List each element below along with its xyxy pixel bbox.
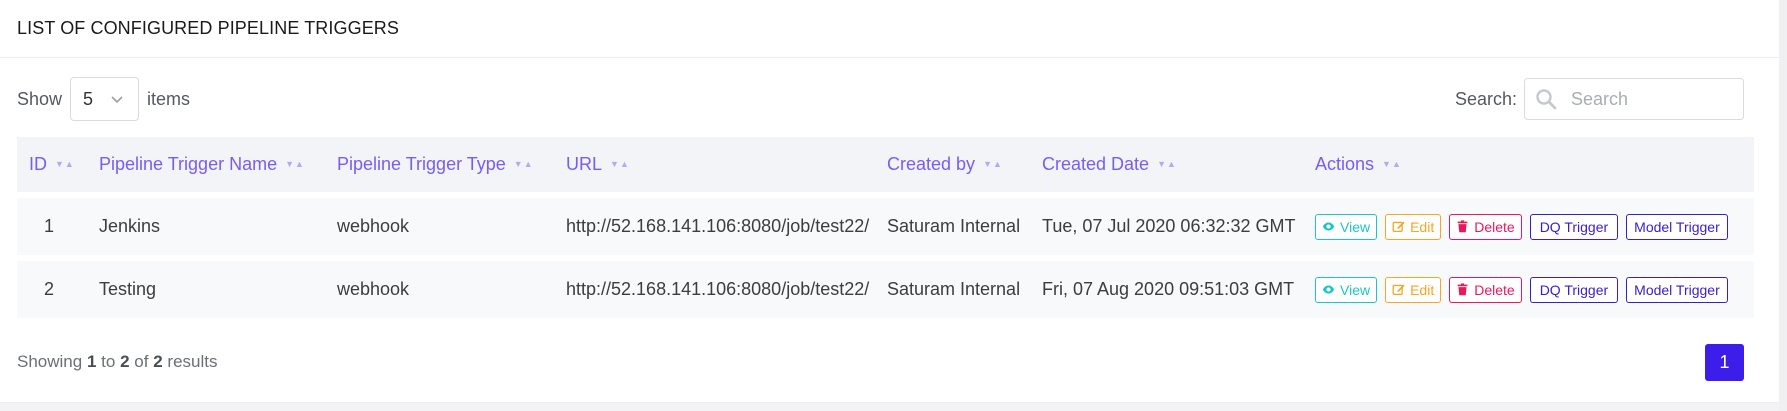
- column-header-label: Pipeline Trigger Type: [337, 154, 506, 174]
- cell-type: webhook: [337, 279, 410, 299]
- delete-button[interactable]: Delete: [1449, 213, 1522, 240]
- column-header-label: Pipeline Trigger Name: [99, 154, 278, 174]
- column-header-label: URL: [566, 154, 603, 174]
- search-input[interactable]: [1571, 88, 1721, 110]
- search-group: Search:: [1455, 78, 1744, 120]
- eye-icon: [1322, 285, 1335, 294]
- dq-trigger-button[interactable]: DQ Trigger: [1529, 276, 1619, 303]
- results-summary: Showing 1 to 2 of 2 results: [17, 352, 217, 372]
- column-header-label: Created Date: [1042, 154, 1150, 174]
- chevron-down-icon: [111, 96, 123, 104]
- cell-created-date: Tue, 07 Jul 2020 06:32:32 GMT: [1042, 216, 1296, 236]
- trash-icon: [1457, 283, 1468, 296]
- page-size-select[interactable]: 5: [70, 77, 140, 121]
- table-row: 1 Jenkins webhook http://52.168.141.106:…: [17, 198, 1754, 255]
- edit-label: Edit: [1410, 281, 1435, 298]
- cell-created-by: Saturam Internal: [887, 279, 1021, 299]
- eye-icon: [1322, 222, 1335, 231]
- sort-icon: ▼ ▲: [610, 159, 629, 169]
- column-header-label: Actions: [1315, 154, 1375, 174]
- column-header-label: Created by: [887, 154, 976, 174]
- view-button[interactable]: View: [1315, 276, 1378, 303]
- edit-icon: [1392, 284, 1405, 296]
- cell-created-by: Saturam Internal: [887, 216, 1021, 236]
- cell-id: 2: [43, 279, 54, 299]
- showing-from: 1: [86, 352, 97, 371]
- page-size-value: 5: [83, 88, 94, 109]
- cell-created-date: Fri, 07 Aug 2020 09:51:03 GMT: [1042, 279, 1295, 299]
- showing-to-word: to: [101, 352, 116, 371]
- column-header-actions[interactable]: Actions ▼ ▲: [1315, 154, 1754, 175]
- pagination-page-1[interactable]: 1: [1705, 343, 1744, 381]
- table-controls: Show 5 items Search:: [17, 77, 1744, 121]
- sort-icon: ▼ ▲: [55, 159, 74, 169]
- showing-total: 2: [153, 352, 163, 371]
- row-actions: View Edit Delete DQ Trigger Model Trigge…: [1315, 276, 1754, 303]
- sort-icon: ▼ ▲: [513, 159, 533, 169]
- card-header: LIST OF CONFIGURED PIPELINE TRIGGERS: [0, 0, 1779, 58]
- table-footer: Showing 1 to 2 of 2 results 1: [17, 342, 1744, 382]
- column-header-created-date[interactable]: Created Date ▼ ▲: [1042, 154, 1315, 175]
- model-trigger-button[interactable]: Model Trigger: [1626, 213, 1728, 240]
- sort-icon: ▼ ▲: [285, 159, 304, 169]
- page-title: LIST OF CONFIGURED PIPELINE TRIGGERS: [17, 18, 400, 38]
- column-header-id[interactable]: ID ▼ ▲: [17, 154, 99, 175]
- model-trigger-button[interactable]: Model Trigger: [1626, 276, 1728, 303]
- showing-of-word: of: [134, 352, 149, 371]
- dq-trigger-button[interactable]: DQ Trigger: [1529, 213, 1619, 240]
- edit-label: Edit: [1410, 218, 1435, 235]
- search-label: Search:: [1454, 88, 1517, 109]
- edit-button[interactable]: Edit: [1385, 213, 1442, 240]
- cell-name: Jenkins: [99, 216, 161, 236]
- triggers-card: LIST OF CONFIGURED PIPELINE TRIGGERS Sho…: [0, 0, 1779, 403]
- search-box[interactable]: [1524, 78, 1744, 120]
- cell-type: webhook: [337, 216, 410, 236]
- view-button[interactable]: View: [1315, 213, 1378, 240]
- page-size-group: Show 5 items: [17, 77, 190, 121]
- cell-url: http://52.168.141.106:8080/job/test22/: [566, 279, 870, 299]
- column-header-name[interactable]: Pipeline Trigger Name ▼ ▲: [99, 154, 337, 175]
- edit-button[interactable]: Edit: [1385, 276, 1442, 303]
- showing-to: 2: [120, 352, 130, 371]
- showing-prefix: Showing: [17, 352, 83, 371]
- view-label: View: [1340, 281, 1371, 298]
- table-header: ID ▼ ▲ Pipeline Trigger Name ▼ ▲ Pipeline Tr…: [17, 137, 1754, 192]
- cell-id: 1: [43, 216, 54, 236]
- column-header-label: ID: [29, 154, 47, 174]
- sort-icon: ▼ ▲: [1382, 159, 1401, 169]
- column-header-type[interactable]: Pipeline Trigger Type ▼ ▲: [337, 154, 566, 175]
- trash-icon: [1457, 220, 1468, 233]
- cell-url: http://52.168.141.106:8080/job/test22/: [566, 216, 870, 236]
- row-actions: View Edit Delete DQ Trigger Model Trigge…: [1315, 213, 1754, 240]
- column-header-created-by[interactable]: Created by ▼ ▲: [887, 154, 1042, 175]
- delete-button[interactable]: Delete: [1449, 276, 1522, 303]
- table-row: 2 Testing webhook http://52.168.141.106:…: [17, 261, 1754, 318]
- delete-label: Delete: [1474, 218, 1515, 235]
- search-icon: [1536, 89, 1557, 110]
- sort-icon: ▼ ▲: [1157, 159, 1176, 169]
- items-label: items: [147, 88, 191, 109]
- edit-icon: [1392, 221, 1405, 233]
- delete-label: Delete: [1474, 281, 1515, 298]
- sort-icon: ▼ ▲: [983, 159, 1002, 169]
- page-scrollbar[interactable]: [1779, 0, 1787, 411]
- showing-results-word: results: [167, 352, 218, 371]
- column-header-url[interactable]: URL ▼ ▲: [566, 154, 887, 175]
- view-label: View: [1340, 218, 1371, 235]
- triggers-table: ID ▼ ▲ Pipeline Trigger Name ▼ ▲ Pipeline Tr…: [17, 137, 1754, 318]
- show-label: Show: [17, 88, 63, 109]
- cell-name: Testing: [99, 279, 157, 299]
